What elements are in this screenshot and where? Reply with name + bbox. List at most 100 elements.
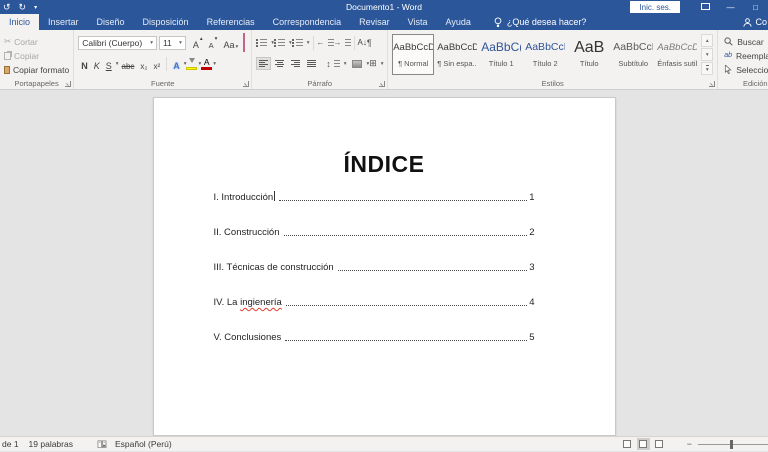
shading-button[interactable]: ▾ [352,57,369,70]
print-layout-icon[interactable] [637,438,650,450]
styles-more-icon[interactable]: ▾ [701,62,713,75]
search-icon [724,37,733,46]
align-left-button[interactable] [256,57,271,70]
font-size-select[interactable]: 11▾ [159,36,186,50]
select-button[interactable]: Seleccionar▾ [724,63,768,76]
styles-scroll-up-icon[interactable]: ▴ [701,34,713,47]
toc-entry-5: V. Conclusiones 5 [214,331,535,343]
font-name-select[interactable]: Calibri (Cuerpo)▾ [78,36,157,50]
find-button[interactable]: Buscar▾ [724,35,768,48]
change-case-button[interactable]: Aa▾ [220,36,241,50]
cut-button[interactable]: ✂Cortar [4,35,69,48]
tab-insertar[interactable]: Insertar [39,14,88,30]
format-painter-button[interactable]: Copiar formato [4,63,69,76]
styles-gallery-scroll: ▴ ▾ ▾ [701,34,713,75]
bold-button[interactable]: N [78,57,91,71]
subscript-button[interactable]: x₂ [137,57,150,71]
multilevel-list-button[interactable]: ▾ [292,36,310,49]
line-spacing-button[interactable]: ↕▾ [326,57,346,70]
highlighter-icon [189,58,195,66]
eraser-icon [243,33,245,52]
show-paragraph-marks-button[interactable]: ¶ [367,36,372,49]
font-color-button[interactable]: A [201,58,212,70]
dot-leader [284,235,528,236]
ribbon-display-options-icon[interactable] [693,3,718,12]
numbering-button[interactable]: ▾ [274,36,292,49]
grow-font-button[interactable]: A▴ [190,36,206,50]
zoom-out-icon[interactable]: − [687,439,692,449]
minimize-icon[interactable]: — [718,3,743,12]
shrink-font-button[interactable]: A▾ [206,36,221,50]
borders-button[interactable]: ⊞▾ [369,57,383,70]
status-bar-left: de 1 19 palabras Español (Perú) [0,439,172,449]
font-dialog-launcher-icon[interactable] [243,81,249,87]
highlight-button[interactable] [186,58,197,70]
tab-referencias[interactable]: Referencias [198,14,264,30]
style-no-spacing[interactable]: AaBbCcDc¶ Sin espa... [436,34,478,75]
read-mode-icon[interactable] [621,438,634,450]
styles-dialog-launcher-icon[interactable] [709,81,715,87]
bullets-button[interactable]: ▾ [256,36,274,49]
decrease-indent-button[interactable]: ← [317,36,334,49]
customize-qat-icon[interactable]: ▾ [34,0,37,15]
language-status[interactable]: Español (Perú) [115,439,172,449]
align-right-button[interactable] [288,57,303,70]
line-spacing-icon: ↕ [326,59,331,69]
document-page[interactable]: ÍNDICE I. Introducción 1 II. Construcció… [153,97,616,436]
tab-inicio[interactable]: Inicio [0,14,39,30]
zoom-slider[interactable] [698,444,768,445]
copy-button[interactable]: Copiar [4,49,69,62]
superscript-button[interactable]: x² [151,57,164,71]
paragraph-dialog-launcher-icon[interactable] [379,81,385,87]
dot-leader [279,200,527,201]
tab-diseno[interactable]: Diseño [88,14,134,30]
clear-formatting-button[interactable] [241,34,247,52]
sort-icon: A↓ [358,38,367,47]
proofing-book-icon [97,440,107,449]
styles-scroll-down-icon[interactable]: ▾ [701,48,713,61]
italic-button[interactable]: K [91,57,103,71]
page-count[interactable]: de 1 [2,439,19,449]
clipboard-group-label: Portapapeles [0,79,73,88]
tab-ayuda[interactable]: Ayuda [437,14,480,30]
style-subtle-emphasis[interactable]: AaBbCcDtÉnfasis sutil [656,34,698,75]
person-icon [743,18,752,27]
share-button[interactable]: Co [743,14,768,30]
increase-indent-button[interactable]: → [334,36,351,49]
style-title[interactable]: AaBTítulo [568,34,610,75]
style-subtitle[interactable]: AaBbCcDSubtítulo [612,34,654,75]
window-title: Documento1 - Word [346,2,422,12]
word-window: ↺ ↻ ▾ Documento1 - Word Inic. ses. — □ I… [0,0,768,452]
strikethrough-button[interactable]: abc [119,57,138,71]
align-center-button[interactable] [272,57,287,70]
tab-vista[interactable]: Vista [399,14,437,30]
tab-correspondencia[interactable]: Correspondencia [264,14,351,30]
tab-disposicion[interactable]: Disposición [134,14,198,30]
styles-group-label: Estilos [388,79,717,88]
ribbon: ✂Cortar Copiar Copiar formato Portapapel… [0,30,768,90]
text-effects-button[interactable]: A [170,57,183,71]
redo-icon[interactable]: ↻ [19,0,27,14]
clipboard-dialog-launcher-icon[interactable] [65,81,71,87]
styles-group: AaBbCcDc¶ Normal AaBbCcDc¶ Sin espa... A… [388,30,718,89]
zoom-slider-thumb[interactable] [730,440,733,449]
word-count[interactable]: 19 palabras [29,439,73,449]
style-normal[interactable]: AaBbCcDc¶ Normal [392,34,434,75]
sort-button[interactable]: A↓ [358,36,367,49]
replace-button[interactable]: ab Reemplazar [724,49,768,62]
undo-icon[interactable]: ↺ [3,0,11,14]
pilcrow-icon: ¶ [367,38,372,48]
web-layout-icon[interactable] [653,438,666,450]
toc-entry-1: I. Introducción 1 [214,191,535,203]
style-heading1[interactable]: AaBbC(Título 1 [480,34,522,75]
replace-icon: ab [724,52,732,59]
proofing-status[interactable] [97,440,107,449]
justify-button[interactable] [304,57,319,70]
maximize-icon[interactable]: □ [743,3,768,12]
style-heading2[interactable]: AaBbCcDTítulo 2 [524,34,566,75]
tell-me-box[interactable]: ¿Qué desea hacer? [494,14,587,30]
sign-in-button[interactable]: Inic. ses. [630,1,680,13]
underline-button[interactable]: S [103,57,115,71]
tab-revisar[interactable]: Revisar [350,14,399,30]
document-area: ÍNDICE I. Introducción 1 II. Construcció… [0,90,768,436]
